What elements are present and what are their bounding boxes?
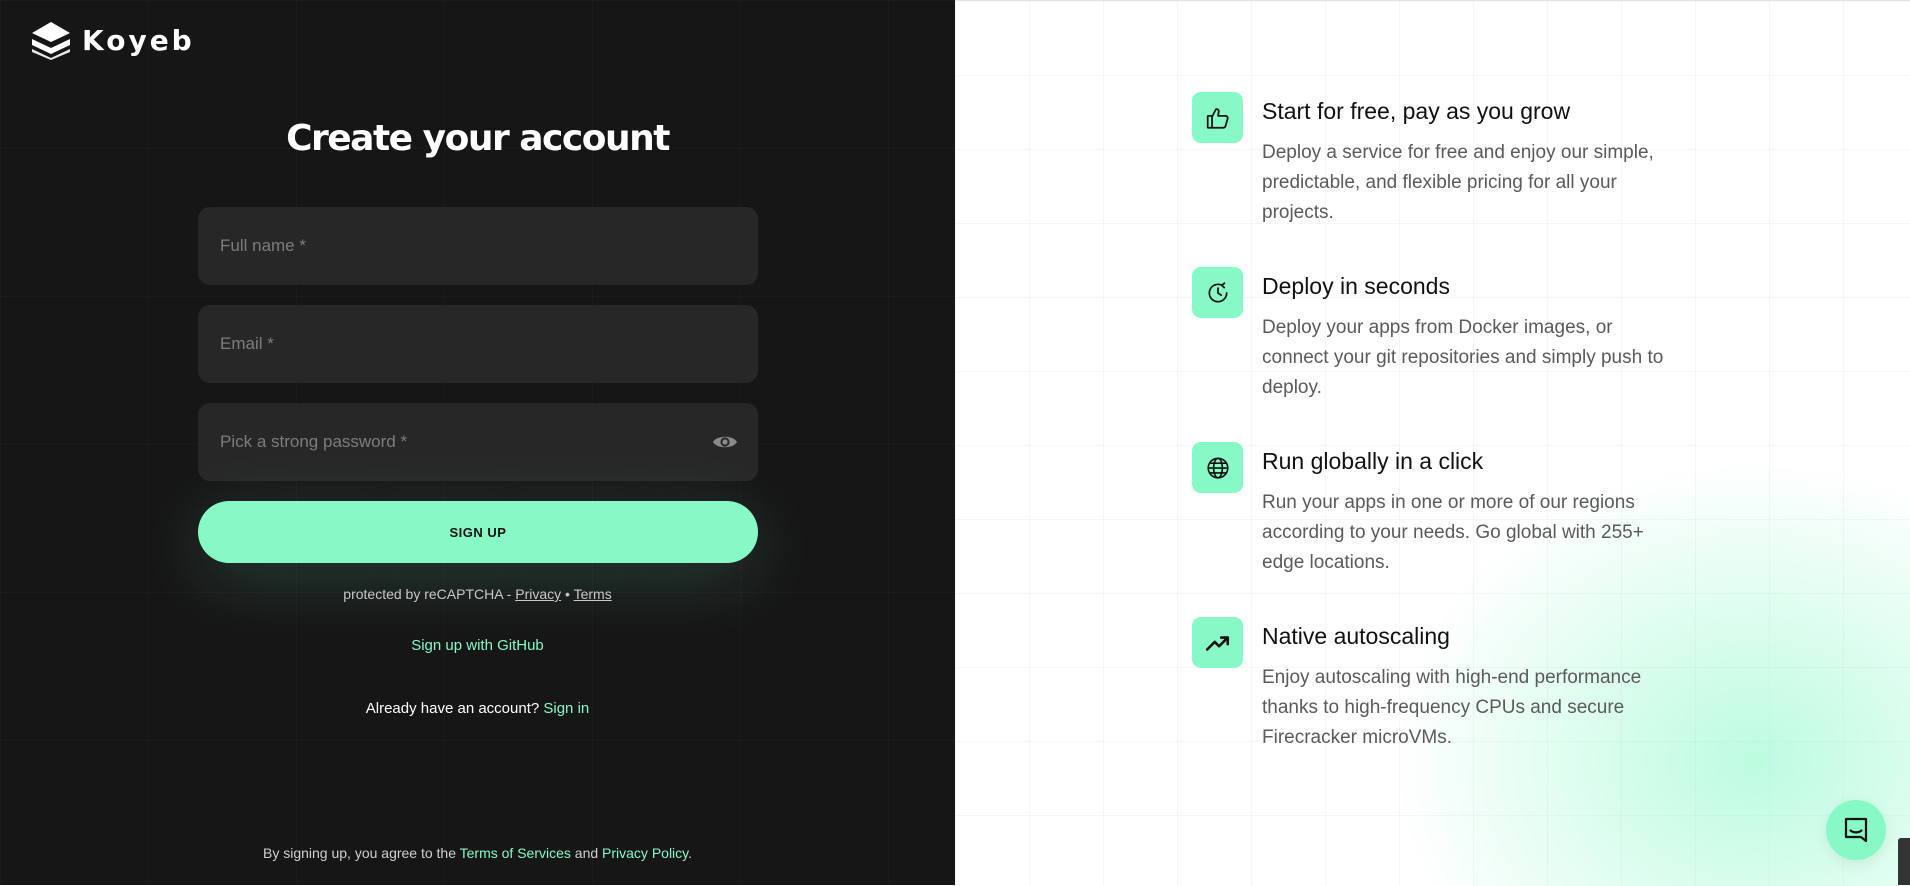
feature-description: Run your apps in one or more of our regi… — [1262, 492, 1644, 573]
signin-prompt-text: Already have an account? — [365, 700, 544, 717]
feature-description: Deploy your apps from Docker images, or … — [1262, 317, 1664, 398]
feature-icon-badge — [1192, 267, 1243, 318]
terms-of-service-link[interactable]: Terms of Services — [460, 845, 571, 861]
eye-icon[interactable] — [712, 433, 738, 451]
feature-title: Start for free, pay as you grow — [1262, 98, 1571, 124]
recaptcha-privacy-link[interactable]: Privacy — [515, 586, 561, 602]
password-field[interactable] — [198, 403, 758, 481]
brand-logo[interactable]: Koyeb — [30, 20, 195, 60]
legal-middle: and — [570, 845, 603, 861]
feature-icon-badge — [1192, 617, 1243, 668]
thumbs-up-icon — [1206, 107, 1229, 129]
signup-panel: Koyeb Create your account SIGN UP protec… — [0, 0, 955, 885]
github-signup-link[interactable]: Sign up with GitHub — [0, 637, 955, 654]
full-name-field[interactable] — [198, 207, 758, 285]
trending-up-icon — [1205, 635, 1229, 651]
feature-title: Run globally in a click — [1262, 448, 1484, 474]
clock-refresh-icon — [1207, 281, 1228, 303]
feature-title: Deploy in seconds — [1262, 273, 1450, 299]
features-panel: Start for free, pay as you grow Deploy a… — [955, 0, 1910, 886]
feature-icon-badge — [1192, 442, 1243, 493]
email-field[interactable] — [198, 305, 758, 383]
password-input[interactable] — [218, 431, 712, 453]
email-input[interactable] — [218, 333, 738, 355]
signup-button[interactable]: SIGN UP — [198, 501, 758, 563]
chat-launcher-button[interactable] — [1826, 800, 1886, 860]
feature-title: Native autoscaling — [1262, 623, 1450, 649]
chat-bubble-icon — [1844, 817, 1868, 843]
page-title: Create your account — [286, 118, 670, 159]
legal-notice: By signing up, you agree to the Terms of… — [0, 845, 955, 861]
brand-name: Koyeb — [82, 23, 195, 57]
legal-prefix: By signing up, you agree to the — [262, 845, 460, 861]
recaptcha-notice: protected by reCAPTCHA - Privacy • Terms — [0, 586, 955, 602]
scrollbar-edge[interactable] — [1898, 838, 1910, 885]
full-name-input[interactable] — [218, 235, 738, 257]
signin-prompt: Already have an account? Sign in — [0, 700, 955, 717]
feature-description: Enjoy autoscaling with high-end performa… — [1262, 667, 1642, 748]
feature-icon-badge — [1192, 92, 1243, 143]
feature-description: Deploy a service for free and enjoy our … — [1262, 142, 1654, 223]
recaptcha-terms-link[interactable]: Terms — [574, 586, 612, 602]
koyeb-logo-icon — [32, 22, 70, 60]
signin-link[interactable]: Sign in — [543, 700, 589, 717]
privacy-policy-link[interactable]: Privacy Policy — [602, 845, 688, 861]
recaptcha-text: protected by reCAPTCHA - — [343, 586, 516, 602]
globe-icon — [1206, 456, 1229, 479]
recaptcha-separator: • — [561, 586, 574, 602]
legal-suffix: . — [688, 845, 693, 861]
